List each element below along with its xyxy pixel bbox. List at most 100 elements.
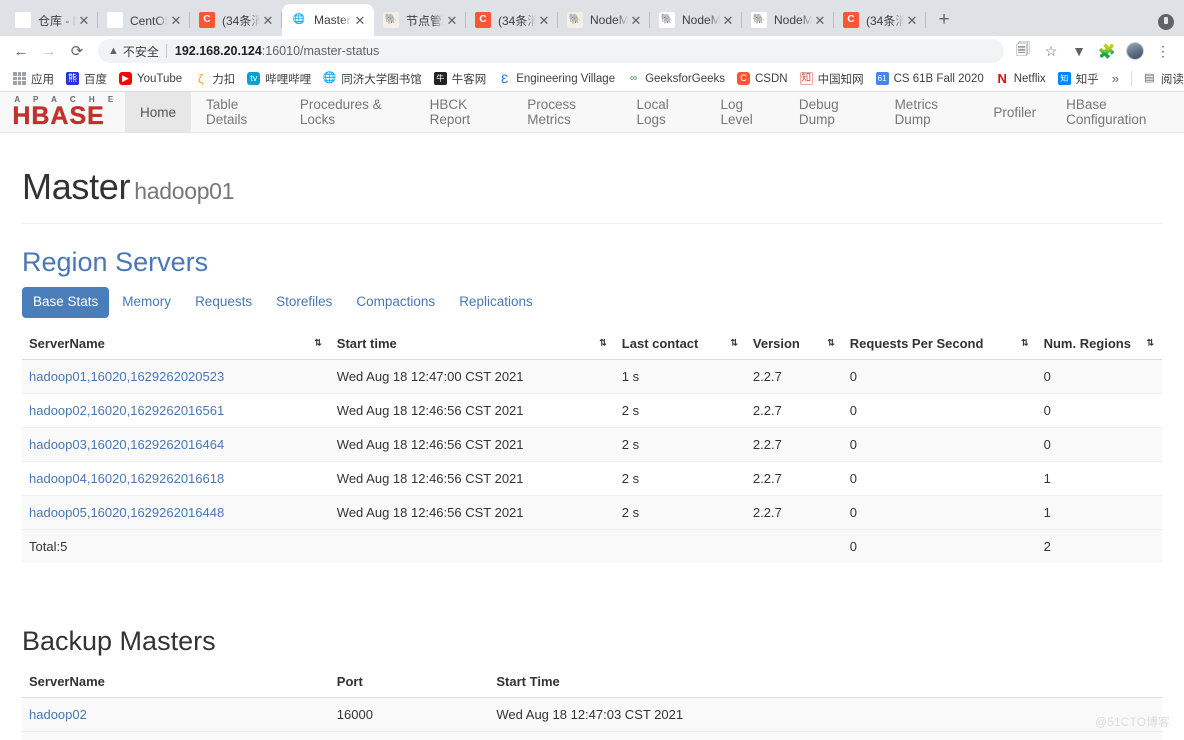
col-last-contact[interactable]: Last contact ⇅ [614,327,746,360]
close-icon[interactable]: ✕ [720,12,736,28]
extensions-puzzle-icon[interactable]: 🧩 [1094,38,1120,64]
cell-last-contact: 1 s [614,358,746,393]
close-icon[interactable]: ✕ [536,12,552,28]
close-icon[interactable]: ✕ [260,12,276,28]
back-icon[interactable]: ← [8,38,34,64]
tab-title: 仓库 - Neon [38,13,76,28]
tab-base-stats[interactable]: Base Stats [22,287,110,318]
browser-tab[interactable]: C (34条消息) ✕ [190,4,282,36]
nav-home[interactable]: Home [125,92,192,132]
cell-last-contact: 2 s [614,426,746,461]
bookmark-item[interactable]: Ɛ Engineering Village [492,69,621,89]
browser-tab[interactable]: 🐘 NodeManag ✕ [650,4,742,36]
bookmark-item[interactable]: 🌐 同济大学图书馆 [317,69,428,89]
backup-master-link[interactable]: hadoop02 [29,707,87,722]
col-version[interactable]: Version ⇅ [745,327,843,360]
bookmark-item[interactable]: N Netflix [990,69,1052,89]
table-row: hadoop04,16020,1629262016618 Wed Aug 18 … [22,460,1162,495]
bookmark-item[interactable]: 熊 百度 [60,69,113,89]
close-icon[interactable]: ✕ [76,12,92,28]
nav-hbase-configuration[interactable]: HBase Configuration [1051,92,1184,132]
close-icon[interactable]: ✕ [812,12,828,28]
bookmarks-divider [1130,71,1132,86]
sort-icon[interactable]: ⇅ [599,338,607,348]
bookmark-item[interactable]: ζ 力扣 [188,69,241,89]
bookmark-label: 应用 [31,73,54,86]
filter-icon[interactable]: ▼ [1066,38,1092,64]
bookmark-item[interactable]: C CSDN [731,69,794,89]
hbase-wordmark: HBASE [12,102,105,130]
bookmark-item[interactable]: 牛 牛客网 [428,69,493,89]
apps-grid-icon [13,72,26,85]
more-menu-icon[interactable]: ⋮ [1150,38,1176,64]
nav-metrics-dump[interactable]: Metrics Dump [880,92,979,132]
table-row: hadoop02,16020,1629262016561 Wed Aug 18 … [22,392,1162,427]
sort-icon[interactable]: ⇅ [1021,338,1029,348]
bookmark-star-icon[interactable]: ☆ [1038,38,1064,64]
tab-compactions[interactable]: Compactions [345,287,446,317]
bookmark-item[interactable]: 知 中国知网 [794,69,870,89]
nav-process-metrics[interactable]: Process Metrics [512,92,621,132]
col-label: Num. Regions [1043,335,1131,351]
sort-icon[interactable]: ⇅ [314,338,322,348]
nav-debug-dump[interactable]: Debug Dump [784,92,880,132]
translate-icon[interactable]: 🗐 [1010,38,1036,64]
close-icon[interactable]: ✕ [352,12,368,28]
close-icon[interactable]: ✕ [628,12,644,28]
nav-local-logs[interactable]: Local Logs [622,92,706,132]
reload-icon[interactable]: ⟳ [64,38,90,64]
cell-num-regions: 0 [1036,358,1162,393]
close-icon[interactable]: ✕ [444,12,460,28]
browser-tab[interactable]: 🐘 NodeManag ✕ [558,4,650,36]
server-link[interactable]: hadoop05,16020,1629262016448 [29,505,224,520]
nav-profiler[interactable]: Profiler [978,92,1051,132]
bookmarks-overflow-button[interactable]: » [1105,71,1126,86]
forward-icon[interactable]: → [36,38,62,64]
cell-start-time: Wed Aug 18 12:47:00 CST 2021 [329,358,615,393]
close-icon[interactable]: ✕ [904,12,920,28]
browser-toolbar: ← → ⟳ ▲ 不安全 192.168.20.124 :16010/master… [0,36,1184,66]
bookmark-item[interactable]: 61 CS 61B Fall 2020 [870,69,990,89]
server-link[interactable]: hadoop02,16020,1629262016561 [29,403,224,418]
tab-memory[interactable]: Memory [111,287,182,317]
nav-procedures-locks[interactable]: Procedures & Locks [285,92,415,132]
tab-storefiles[interactable]: Storefiles [265,287,343,317]
col-start-time[interactable]: Start time ⇅ [329,327,615,360]
server-link[interactable]: hadoop01,16020,1629262020523 [29,369,224,384]
address-bar[interactable]: ▲ 不安全 192.168.20.124 :16010/master-statu… [98,39,1004,63]
nav-hbck-report[interactable]: HBCK Report [415,92,513,132]
browser-tab[interactable]: 🐘 NodeManag ✕ [742,4,834,36]
browser-tab[interactable]: 🐘 节点管理器 ✕ [374,4,466,36]
nav-log-level[interactable]: Log Level [705,92,783,132]
col-requests-per-second[interactable]: Requests Per Second ⇅ [842,327,1037,360]
tab-requests[interactable]: Requests [184,287,263,317]
bookmark-item[interactable]: ∞ GeeksforGeeks [621,69,731,89]
bookmark-apps[interactable]: 应用 [7,69,60,89]
hadoop-icon: 🐘 [567,12,583,28]
sort-icon[interactable]: ⇅ [827,338,835,348]
cell-start-time: Wed Aug 18 12:47:03 CST 2021 [489,697,1162,732]
browser-tab[interactable]: C (34条消息) ✕ [466,4,558,36]
tab-replications[interactable]: Replications [448,287,544,317]
reading-list-button[interactable]: ▤ 阅读清单 [1137,69,1184,89]
hbase-navbar: A P A C H E HBASE Home Table Details Pro… [0,92,1184,133]
profile-status-icon[interactable] [1158,14,1174,30]
browser-tab-active[interactable]: 🌐 Master: had ✕ [282,4,374,36]
browser-tab[interactable]: C (34条消息) ✕ [834,4,926,36]
bookmark-item[interactable]: tv 哔哩哔哩 [241,69,317,89]
profile-avatar[interactable] [1122,38,1148,64]
bookmark-item[interactable]: ▶ YouTube [113,69,188,89]
new-tab-button[interactable]: + [930,6,958,34]
hbase-logo[interactable]: A P A C H E HBASE [0,92,125,132]
close-icon[interactable]: ✕ [168,12,184,28]
server-link[interactable]: hadoop03,16020,1629262016464 [29,437,224,452]
col-servername[interactable]: ServerName ⇅ [22,327,330,360]
sort-icon[interactable]: ⇅ [730,338,738,348]
server-link[interactable]: hadoop04,16020,1629262016618 [29,471,224,486]
sort-icon[interactable]: ⇅ [1146,338,1154,348]
nav-table-details[interactable]: Table Details [191,92,285,132]
col-num-regions[interactable]: Num. Regions ⇅ [1036,327,1162,360]
browser-tab[interactable]: G 仓库 - Neon ✕ [6,4,98,36]
browser-tab[interactable]: G CentOS7安 ✕ [98,4,190,36]
bookmark-item[interactable]: 知 知乎 [1052,69,1105,89]
